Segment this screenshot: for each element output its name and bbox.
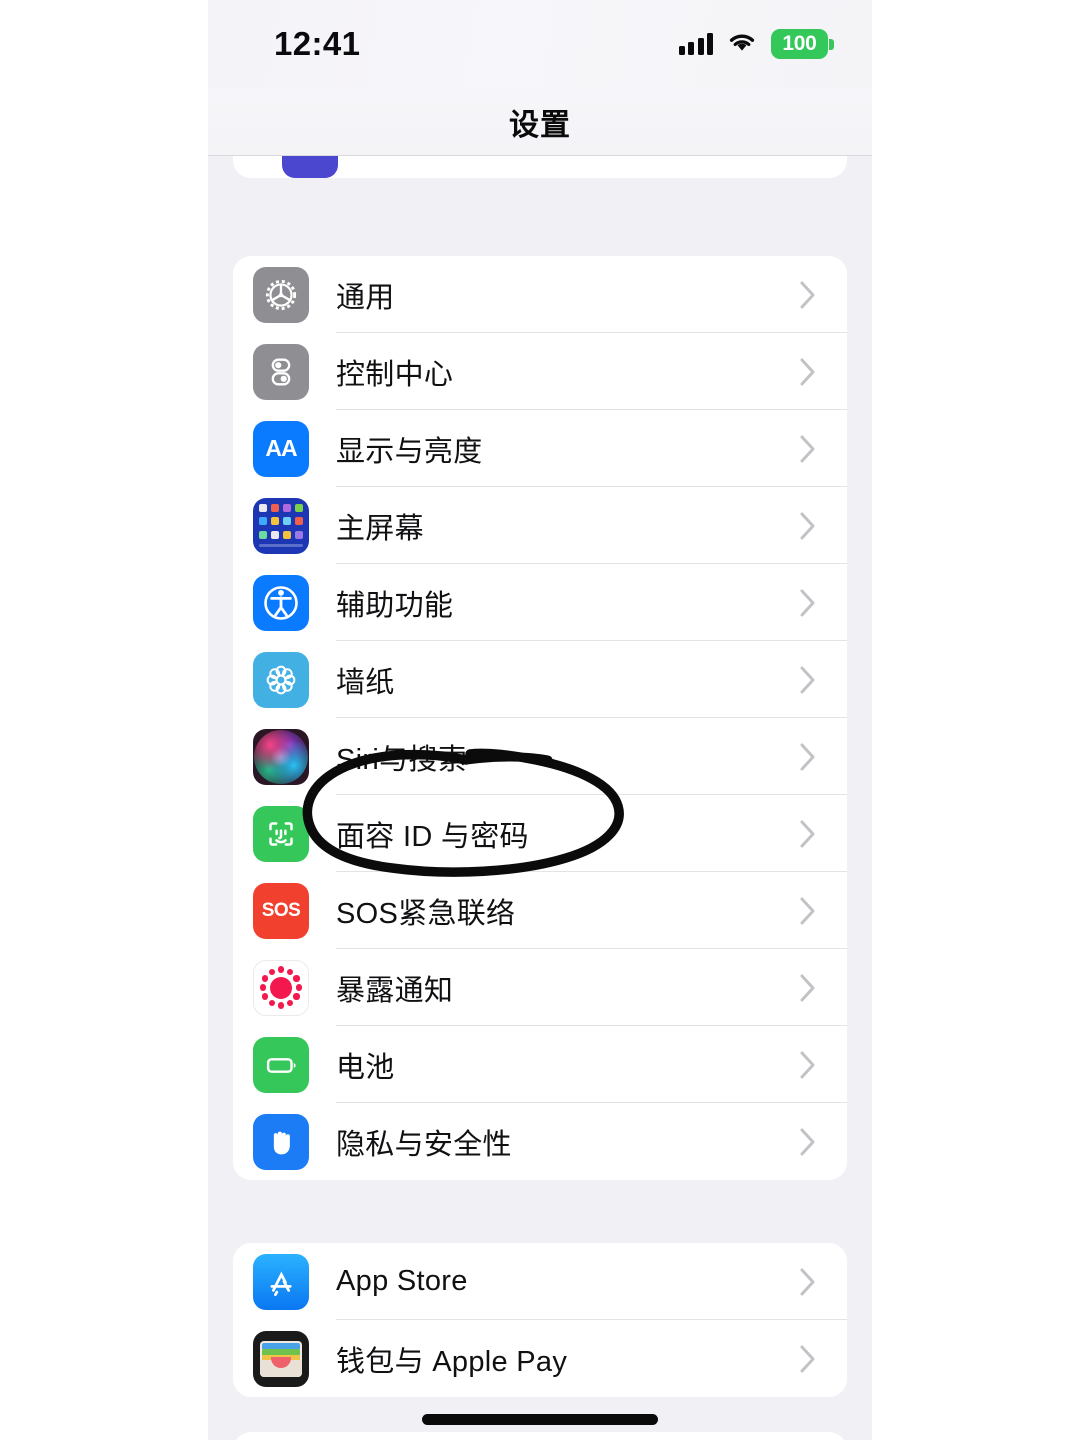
gear-icon (253, 266, 309, 323)
settings-row-label: App Store (336, 1265, 468, 1297)
settings-row-label: Siri与搜索 (336, 743, 467, 776)
settings-row-siri-search[interactable]: Siri与搜索 (233, 718, 847, 795)
home-screen-icon (253, 497, 309, 554)
settings-group-clipped-top (233, 156, 847, 178)
chevron-right-icon (800, 666, 815, 693)
chevron-right-icon (800, 1268, 815, 1295)
settings-row-general[interactable]: 通用 (233, 256, 847, 333)
settings-row-label: 辅助功能 (336, 589, 454, 622)
exposure-notification-icon (253, 959, 309, 1016)
settings-row-label: 电池 (336, 1051, 395, 1084)
chevron-right-icon (800, 589, 815, 616)
accessibility-icon (253, 574, 309, 631)
battery-icon (253, 1036, 309, 1093)
chevron-right-icon (800, 512, 815, 539)
settings-row-battery[interactable]: 电池 (233, 1026, 847, 1103)
settings-group-clipped-bottom (233, 1432, 847, 1440)
chevron-right-icon (800, 435, 815, 462)
chevron-right-icon (800, 281, 815, 308)
siri-icon (253, 728, 309, 785)
settings-row-control-center[interactable]: 控制中心 (233, 333, 847, 410)
chevron-right-icon (800, 358, 815, 385)
screenshot-root: 12:41 100 设置 通用 控制中心 AA 显示与亮度 主屏幕 辅助功能 墙… (0, 0, 1080, 1440)
settings-row-privacy-security[interactable]: 隐私与安全性 (233, 1103, 847, 1180)
settings-row-label: SOS紧急联络 (336, 897, 516, 930)
settings-row-wallet-apple-pay[interactable]: 钱包与 Apple Pay (233, 1320, 847, 1397)
settings-row-label: 显示与亮度 (336, 435, 483, 468)
settings-row-face-id-passcode[interactable]: 面容 ID 与密码 (233, 795, 847, 872)
wifi-icon (727, 30, 757, 58)
settings-row-label: 控制中心 (336, 358, 454, 391)
status-bar-clock: 12:41 (274, 25, 361, 62)
page-title: 设置 (509, 109, 571, 142)
chevron-right-icon (800, 743, 815, 770)
settings-row-app-store[interactable]: App Store (233, 1243, 847, 1320)
settings-row-home-screen[interactable]: 主屏幕 (233, 487, 847, 564)
settings-row-exposure-notifications[interactable]: 暴露通知 (233, 949, 847, 1026)
control-center-icon (253, 343, 309, 400)
navigation-bar: 设置 (208, 88, 872, 156)
face-id-icon (253, 805, 309, 862)
display-brightness-glyph: AA (265, 435, 297, 461)
display-brightness-icon: AA (253, 420, 309, 477)
settings-row-emergency-sos[interactable]: SOS SOS紧急联络 (233, 872, 847, 949)
chevron-right-icon (800, 1345, 815, 1372)
settings-group-store: App Store 钱包与 Apple Pay (233, 1243, 847, 1397)
sos-glyph: SOS (261, 899, 301, 921)
settings-row-display-brightness[interactable]: AA 显示与亮度 (233, 410, 847, 487)
emergency-sos-icon: SOS (253, 882, 309, 939)
wallpaper-icon (253, 651, 309, 708)
chevron-right-icon (800, 897, 815, 924)
settings-row-label: 面容 ID 与密码 (336, 820, 529, 853)
settings-scroll-content[interactable]: 通用 控制中心 AA 显示与亮度 主屏幕 辅助功能 墙纸 Siri与搜索 面容 … (208, 156, 872, 1397)
chevron-right-icon (800, 1051, 815, 1078)
settings-row-label: 钱包与 Apple Pay (336, 1345, 568, 1378)
settings-row-label: 主屏幕 (336, 512, 424, 545)
settings-row-label: 隐私与安全性 (336, 1128, 512, 1161)
cellular-bars-icon (678, 33, 713, 55)
privacy-security-icon (253, 1113, 309, 1170)
battery-percent-label: 100 (782, 32, 817, 55)
battery-status-badge: 100 (771, 29, 834, 59)
chevron-right-icon (800, 820, 815, 847)
settings-row-label: 通用 (336, 281, 395, 314)
settings-group-system: 通用 控制中心 AA 显示与亮度 主屏幕 辅助功能 墙纸 Siri与搜索 面容 … (233, 256, 847, 1180)
settings-row-wallpaper[interactable]: 墙纸 (233, 641, 847, 718)
status-bar-indicators: 100 (678, 29, 834, 59)
wallet-icon (253, 1330, 309, 1387)
chevron-right-icon (800, 1128, 815, 1155)
home-indicator (422, 1414, 658, 1425)
chevron-right-icon (800, 974, 815, 1001)
phone-viewport: 12:41 100 设置 通用 控制中心 AA 显示与亮度 主屏幕 辅助功能 墙… (208, 0, 872, 1440)
settings-row-label: 暴露通知 (336, 974, 454, 1007)
settings-row-label: 墙纸 (336, 666, 395, 699)
clipped-app-icon (282, 156, 338, 178)
settings-row-accessibility[interactable]: 辅助功能 (233, 564, 847, 641)
status-bar: 12:41 100 (208, 0, 872, 88)
app-store-icon (253, 1253, 309, 1310)
